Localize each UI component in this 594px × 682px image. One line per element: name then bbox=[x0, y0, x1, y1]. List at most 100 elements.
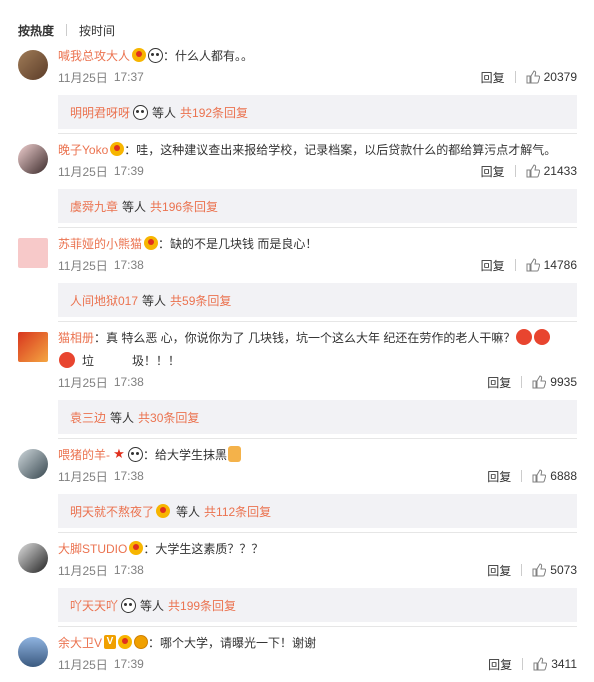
comment-username[interactable]: 喂猪的羊- bbox=[58, 446, 110, 463]
like-button[interactable]: 9935 bbox=[532, 375, 577, 389]
comment-text: ：哇，这种建议查出来报给学校，记录档案，以后贷款什么的都给算污点才解气。 bbox=[124, 142, 557, 157]
sort-divider bbox=[66, 24, 68, 36]
comment-date: 11月25日 bbox=[58, 258, 108, 273]
avatar[interactable] bbox=[18, 543, 48, 573]
red-star-icon[interactable]: ★ bbox=[112, 447, 126, 461]
comment-actions: 回复 9935 bbox=[487, 374, 577, 390]
comment-actions: 回复 3411 bbox=[488, 656, 577, 672]
reply-others: 等人 bbox=[122, 199, 147, 214]
sort-by-hot-tab[interactable]: 按热度 bbox=[18, 22, 54, 39]
reply-button[interactable]: 回复 bbox=[481, 163, 505, 180]
like-button[interactable]: 6888 bbox=[532, 469, 577, 483]
comment-line: 猫相册 ：真 特么恶 心，你说你为了 几块钱，坑一个这么大年 纪还在劳作的老人干… bbox=[58, 328, 551, 346]
reply-summary[interactable]: 明明君呀呀 等人 共192条回复 bbox=[58, 95, 577, 129]
comment-date: 11月25日 bbox=[58, 563, 108, 578]
like-count: 21433 bbox=[543, 164, 577, 178]
panda-emoji-icon bbox=[133, 104, 149, 120]
comment-text: ：哪个大学，请曝光一下！谢谢 bbox=[148, 635, 317, 650]
vip-badge-icon[interactable] bbox=[129, 541, 144, 555]
avatar[interactable] bbox=[18, 238, 48, 268]
avatar[interactable] bbox=[18, 637, 48, 667]
thumb-up-icon bbox=[526, 258, 540, 272]
comment-text: ：真 特么恶 心，你说你为了 几块钱，坑一个这么大年 纪还在劳作的老人干嘛？ bbox=[94, 330, 516, 345]
avatar[interactable] bbox=[18, 332, 48, 362]
vip-badge-icon[interactable] bbox=[144, 236, 159, 250]
like-count: 5073 bbox=[550, 563, 577, 577]
comment-username[interactable]: 晚子Yoko bbox=[58, 141, 108, 158]
reply-button[interactable]: 回复 bbox=[481, 257, 505, 274]
comment-text: ：给大学生抹黑 bbox=[143, 447, 228, 462]
divider bbox=[58, 532, 577, 533]
reply-username[interactable]: 明明君呀呀 bbox=[70, 104, 130, 121]
panda-emoji-icon bbox=[148, 47, 164, 63]
comment-username[interactable]: 大脚STUDIO bbox=[58, 540, 127, 557]
comment-time: 17:38 bbox=[113, 563, 144, 577]
reply-others: 等人 bbox=[142, 293, 167, 308]
reply-button[interactable]: 回复 bbox=[488, 656, 512, 673]
comment-username[interactable]: 余大卫V bbox=[58, 634, 102, 651]
like-button[interactable]: 5073 bbox=[532, 563, 577, 577]
vip-badge-icon[interactable] bbox=[132, 48, 147, 62]
like-button[interactable]: 3411 bbox=[533, 657, 577, 671]
reply-others: 等人 bbox=[140, 598, 165, 613]
comment-actions: 回复 20379 bbox=[481, 69, 577, 85]
comment-username[interactable]: 猫相册 bbox=[58, 329, 94, 346]
sort-by-time-tab[interactable]: 按时间 bbox=[79, 22, 115, 39]
reply-count[interactable]: 共199条回复 bbox=[168, 597, 236, 614]
divider bbox=[58, 227, 577, 228]
medal-icon[interactable] bbox=[134, 635, 149, 649]
reply-button[interactable]: 回复 bbox=[487, 468, 511, 485]
thumb-up-icon bbox=[526, 164, 540, 178]
comment-date: 11月25日 bbox=[58, 164, 108, 179]
thumb-up-icon bbox=[532, 375, 547, 389]
reply-count[interactable]: 共192条回复 bbox=[180, 104, 248, 121]
comment-meta: 11月25日 17:37 bbox=[58, 69, 144, 85]
reply-username[interactable]: 吖天天吖 bbox=[70, 597, 118, 614]
reply-button[interactable]: 回复 bbox=[481, 69, 505, 86]
comment-time: 17:37 bbox=[113, 70, 144, 84]
avatar[interactable] bbox=[18, 50, 48, 80]
reply-summary[interactable]: 人间地狱017 等人 共59条回复 bbox=[58, 283, 577, 317]
avatar[interactable] bbox=[18, 144, 48, 174]
comment-actions: 回复 6888 bbox=[487, 468, 577, 484]
comment-username[interactable]: 苏菲娅的小熊猫 bbox=[58, 235, 142, 252]
reply-username[interactable]: 袁三边 bbox=[70, 409, 106, 426]
like-button[interactable]: 14786 bbox=[526, 258, 577, 272]
reply-count[interactable]: 共30条回复 bbox=[138, 409, 199, 426]
reply-button[interactable]: 回复 bbox=[487, 374, 511, 391]
divider bbox=[58, 321, 577, 322]
reply-username[interactable]: 明天就不熬夜了 bbox=[70, 503, 154, 520]
reply-summary[interactable]: 吖天天吖 等人 共199条回复 bbox=[58, 588, 577, 622]
reply-summary[interactable]: 虞舜九章 等人 共196条回复 bbox=[58, 189, 577, 223]
comment-date: 11月25日 bbox=[58, 375, 108, 390]
reply-count[interactable]: 共59条回复 bbox=[170, 292, 231, 309]
comment-text-part: 垃 bbox=[82, 353, 95, 368]
like-button[interactable]: 21433 bbox=[526, 164, 577, 178]
avatar[interactable] bbox=[18, 449, 48, 479]
panda-emoji-icon bbox=[121, 597, 137, 613]
reply-button[interactable]: 回复 bbox=[487, 562, 511, 579]
action-divider bbox=[521, 564, 523, 576]
sort-bar: 按热度 按时间 bbox=[18, 20, 115, 40]
action-divider bbox=[522, 658, 524, 670]
vip-badge-icon[interactable] bbox=[118, 635, 133, 649]
reply-summary[interactable]: 袁三边 等人 共30条回复 bbox=[58, 400, 577, 434]
divider bbox=[58, 133, 577, 134]
like-button[interactable]: 20379 bbox=[526, 70, 577, 84]
comment-time: 17:38 bbox=[113, 469, 144, 483]
panda-emoji-icon bbox=[128, 446, 143, 462]
comment-line: 晚子Yoko ：哇，这种建议查出来报给学校，记录档案，以后贷款什么的都给算污点才… bbox=[58, 140, 556, 158]
like-count: 6888 bbox=[550, 469, 577, 483]
like-count: 14786 bbox=[543, 258, 577, 272]
reply-count[interactable]: 共112条回复 bbox=[204, 503, 271, 520]
reply-count[interactable]: 共196条回复 bbox=[150, 198, 218, 215]
comment-meta: 11月25日 17:39 bbox=[58, 163, 144, 179]
verified-v-icon[interactable]: V bbox=[104, 635, 117, 649]
comment-text-part: 圾！！！ bbox=[132, 353, 181, 368]
reply-summary[interactable]: 明天就不熬夜了 等人 共112条回复 bbox=[58, 494, 577, 528]
vip-badge-icon[interactable] bbox=[110, 142, 125, 156]
reply-username[interactable]: 人间地狱017 bbox=[70, 292, 138, 309]
comment-meta: 11月25日 17:38 bbox=[58, 257, 144, 273]
comment-username[interactable]: 喊我总攻大人 bbox=[58, 47, 130, 64]
reply-username[interactable]: 虞舜九章 bbox=[70, 198, 118, 215]
